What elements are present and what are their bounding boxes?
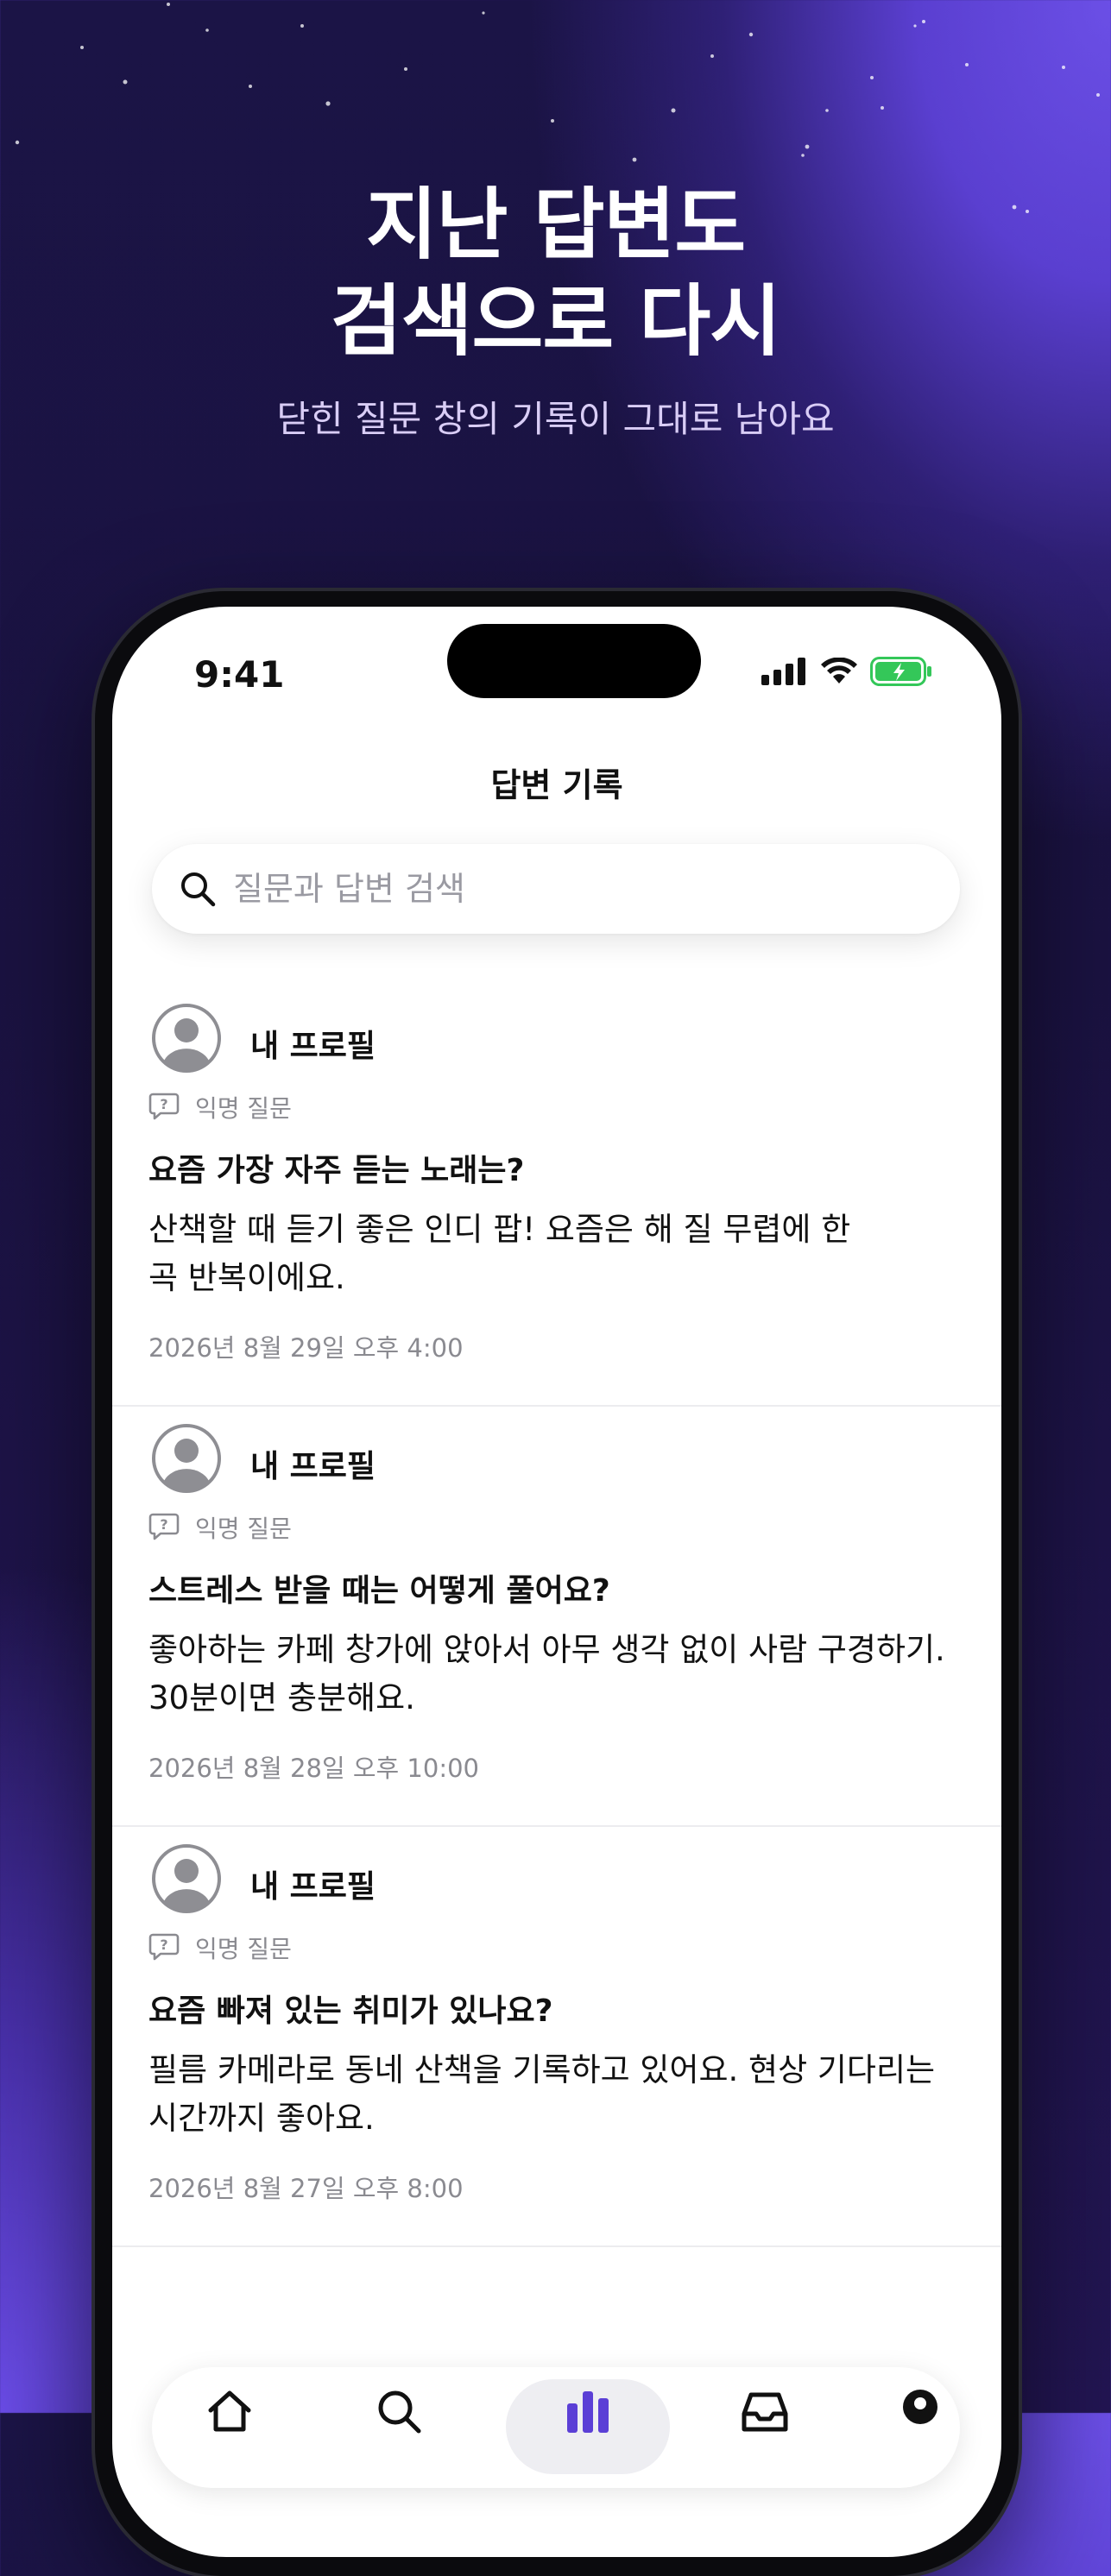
inbox-icon[interactable] [739, 2384, 791, 2436]
hero-subtitle: 닫힌 질문 창의 기록이 그대로 남아요 [276, 398, 835, 440]
page-title: 답변 기록 [490, 766, 623, 804]
question-text: 요즘 가장 자주 듣는 노래는? [148, 1153, 525, 1188]
battery-icon [870, 657, 931, 686]
profile-name: 내 프로필 [250, 1029, 376, 1064]
profile-name: 내 프로필 [250, 1449, 376, 1484]
cellular-signal-icon [761, 658, 805, 685]
answer-text: 필름 카메라로 동네 산책을 기록하고 있어요. 현상 기다리는 시간까지 좋아… [148, 2051, 936, 2137]
profile-icon[interactable] [894, 2384, 946, 2436]
answer-card[interactable]: 내 프로필 ? 익명 질문 요즘 가장 자주 듣는 노래는? 산책할 때 듣기 … [112, 985, 1001, 1407]
status-icons [761, 657, 932, 686]
search-input[interactable] [231, 869, 925, 909]
avatar-icon [152, 1004, 221, 1073]
question-bubble-icon: ? [148, 1933, 180, 1961]
home-icon[interactable] [204, 2384, 256, 2436]
search-icon[interactable] [372, 2384, 424, 2436]
question-bubble-icon: ? [148, 1093, 180, 1120]
phone-screen: 9:41 답변 기록 질문과 답변 검색 내 프로필 ? 익명 질문 요즘 가장… [112, 607, 1001, 2557]
svg-text:?: ? [160, 1096, 167, 1112]
question-type-label: 익명 질문 [195, 1515, 292, 1543]
avatar-icon [152, 1844, 221, 1913]
question-text: 요즘 빠져 있는 취미가 있나요? [148, 1993, 553, 2029]
svg-text:?: ? [160, 1937, 167, 1953]
search-icon [181, 872, 216, 907]
question-type-label: 익명 질문 [195, 1935, 292, 1963]
answer-date: 2026년 8월 29일 오후 4:00 [148, 1333, 464, 1363]
phone-frame: 9:41 답변 기록 질문과 답변 검색 내 프로필 ? 익명 질문 요즘 가장… [95, 591, 1019, 2576]
hero-title-line1: 지난 답변도 [365, 180, 746, 270]
hero-title-line2: 검색으로 다시 [330, 276, 781, 367]
answer-date: 2026년 8월 27일 오후 8:00 [148, 2174, 464, 2203]
avatar-icon [152, 1424, 221, 1493]
stats-icon[interactable] [562, 2384, 614, 2436]
status-time: 9:41 [194, 653, 285, 696]
wifi-icon [821, 658, 857, 683]
question-type-label: 익명 질문 [195, 1094, 292, 1123]
tab-bar [152, 2367, 960, 2488]
answer-text: 산책할 때 듣기 좋은 인디 팝! 요즘은 해 질 무렵에 한 곡 반복이에요. [148, 1211, 851, 1296]
svg-text:?: ? [160, 1516, 167, 1533]
answer-card[interactable]: 내 프로필 ? 익명 질문 스트레스 받을 때는 어떻게 풀어요? 좋아하는 카… [112, 1405, 1001, 1827]
dynamic-island [447, 624, 701, 698]
question-bubble-icon: ? [148, 1513, 180, 1540]
answer-text: 좋아하는 카페 창가에 앉아서 아무 생각 없이 사람 구경하기. 30분이면 … [148, 1631, 945, 1716]
question-text: 스트레스 받을 때는 어떻게 풀어요? [148, 1573, 610, 1609]
answer-date: 2026년 8월 28일 오후 10:00 [148, 1754, 480, 1783]
answer-card[interactable]: 내 프로필 ? 익명 질문 요즘 빠져 있는 취미가 있나요? 필름 카메라로 … [112, 1825, 1001, 2247]
hero-title: 지난 답변도 검색으로 다시 [0, 177, 1111, 370]
search-bar[interactable] [152, 844, 960, 934]
profile-name: 내 프로필 [250, 1869, 376, 1905]
